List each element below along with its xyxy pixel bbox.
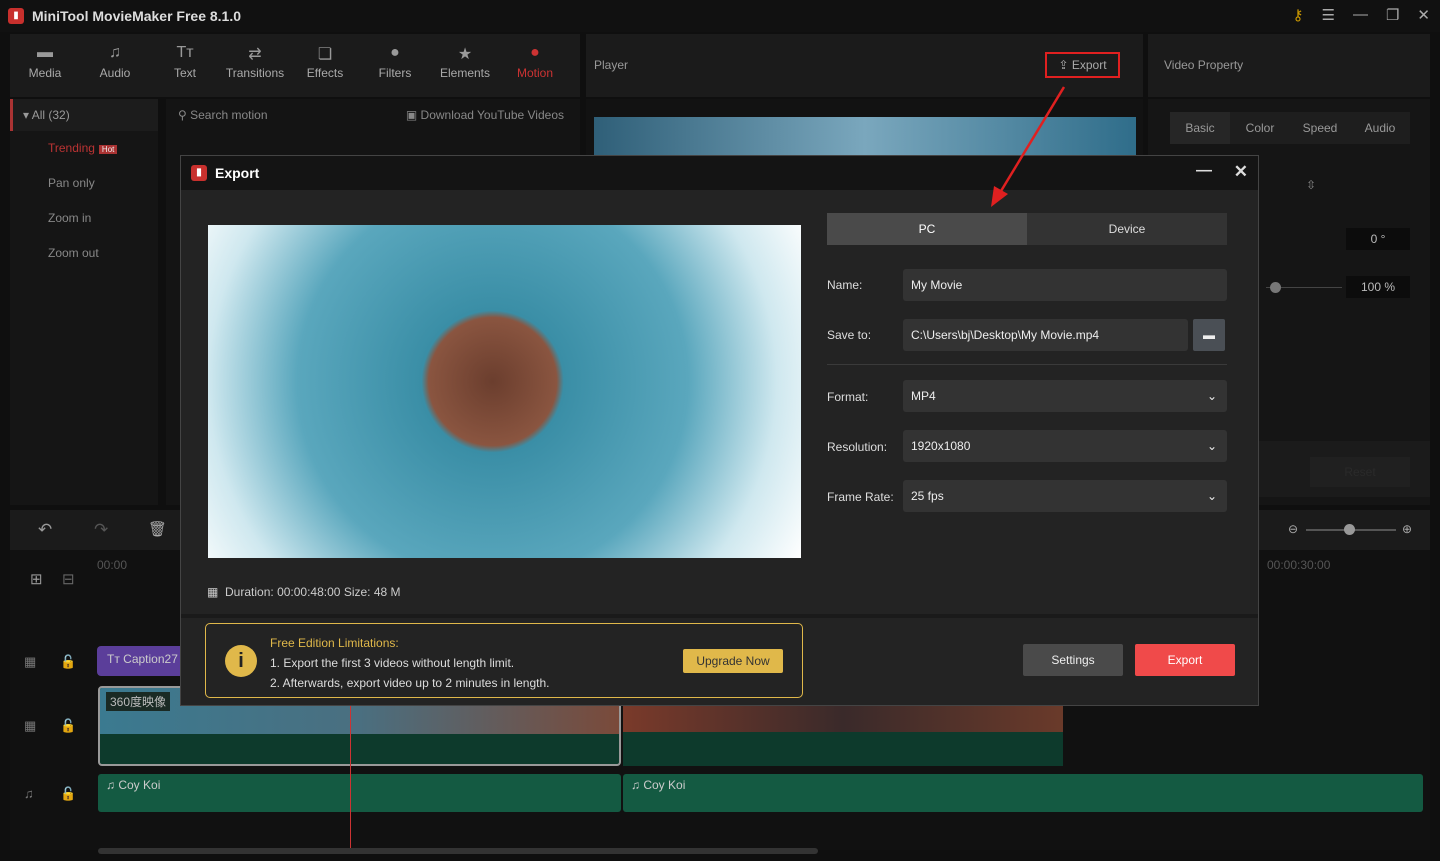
annotation-arrow bbox=[991, 86, 1066, 207]
